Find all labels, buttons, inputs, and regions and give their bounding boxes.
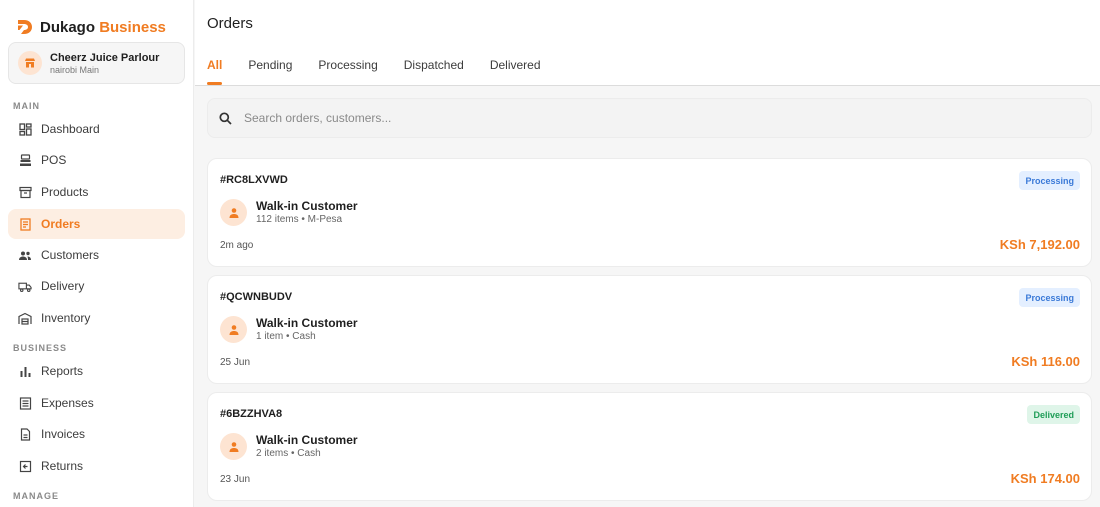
order-card[interactable]: #6BZZHVA8 Delivered Walk-in Customer 2 i… — [207, 392, 1092, 501]
tab-all[interactable]: All — [207, 58, 223, 85]
status-badge: Processing — [1019, 171, 1080, 190]
section-label-business: BUSINESS — [13, 343, 68, 353]
pos-icon — [18, 153, 32, 167]
sidebar-item-label: Inventory — [41, 311, 91, 325]
brand-name: Dukago Business — [40, 18, 166, 36]
sidebar-item-label: Returns — [41, 459, 84, 473]
sidebar-item-orders[interactable]: Orders — [8, 209, 185, 239]
customer-avatar-icon — [220, 433, 247, 460]
reports-icon — [18, 364, 32, 378]
status-badge: Processing — [1019, 288, 1080, 307]
delivery-icon — [18, 279, 32, 293]
sidebar-item-label: Dashboard — [41, 122, 100, 136]
customers-icon — [18, 248, 32, 262]
section-label-manage: MANAGE — [13, 491, 59, 501]
page-title: Orders — [207, 15, 253, 32]
customer-name: Walk-in Customer — [256, 433, 358, 447]
inventory-icon — [18, 311, 32, 325]
store-icon — [18, 51, 42, 75]
order-time: 25 Jun — [220, 357, 251, 368]
order-id: #6BZZHVA8 — [220, 408, 283, 420]
topbar: Orders All Pending Processing Dispatched… — [195, 0, 1100, 86]
sidebar-item-label: Customers — [41, 248, 100, 262]
brand-logo-icon — [18, 20, 32, 34]
sidebar-item-customers[interactable]: Customers — [8, 240, 185, 270]
order-meta: 2 items • Cash — [256, 448, 321, 459]
brand[interactable]: Dukago Business — [16, 17, 166, 37]
customer-avatar-icon — [220, 316, 247, 343]
section-label-main: MAIN — [13, 101, 40, 111]
sidebar-item-reports[interactable]: Reports — [8, 356, 185, 386]
customer-avatar-icon — [220, 199, 247, 226]
tab-delivered[interactable]: Delivered — [490, 58, 541, 85]
orders-icon — [18, 217, 32, 231]
expenses-icon — [18, 396, 32, 410]
customer-name: Walk-in Customer — [256, 316, 358, 330]
order-meta: 1 item • Cash — [256, 331, 316, 342]
order-card[interactable]: #QCWNBUDV Processing Walk-in Customer 1 … — [207, 275, 1092, 384]
returns-icon — [18, 459, 32, 473]
order-amount: KSh 7,192.00 — [999, 237, 1080, 252]
sidebar: Dukago Business Cheerz Juice Parlour nai… — [0, 0, 194, 507]
tab-dispatched[interactable]: Dispatched — [404, 58, 464, 85]
store-branch: nairobi Main — [50, 64, 100, 75]
sidebar-item-label: Orders — [41, 217, 81, 231]
tab-pending[interactable]: Pending — [248, 58, 292, 85]
order-id: #QCWNBUDV — [220, 291, 293, 303]
customer-name: Walk-in Customer — [256, 199, 358, 213]
order-time: 23 Jun — [220, 474, 251, 485]
sidebar-item-products[interactable]: Products — [8, 177, 185, 207]
store-name: Cheerz Juice Parlour — [50, 51, 160, 64]
status-badge: Delivered — [1027, 405, 1080, 424]
tab-processing[interactable]: Processing — [318, 58, 377, 85]
order-amount: KSh 116.00 — [1011, 354, 1080, 369]
sidebar-item-label: Invoices — [41, 427, 86, 441]
search-input[interactable] — [244, 111, 1044, 125]
sidebar-item-delivery[interactable]: Delivery — [8, 271, 185, 301]
sidebar-item-invoices[interactable]: Invoices — [8, 419, 185, 449]
sidebar-item-label: Expenses — [41, 396, 94, 410]
order-id: #RC8LXVWD — [220, 174, 288, 186]
sidebar-item-dashboard[interactable]: Dashboard — [8, 114, 185, 144]
order-meta: 112 items • M-Pesa — [256, 214, 343, 225]
sidebar-item-inventory[interactable]: Inventory — [8, 303, 185, 333]
invoices-icon — [18, 427, 32, 441]
sidebar-item-label: Products — [41, 185, 89, 199]
search-icon — [218, 111, 232, 125]
sidebar-item-expenses[interactable]: Expenses — [8, 388, 185, 418]
order-time: 2m ago — [220, 240, 254, 251]
search-box[interactable] — [207, 98, 1092, 138]
main-content: Orders All Pending Processing Dispatched… — [195, 0, 1100, 507]
products-icon — [18, 185, 32, 199]
order-status-tabs: All Pending Processing Dispatched Delive… — [207, 58, 567, 85]
sidebar-item-label: Delivery — [41, 279, 85, 293]
sidebar-item-label: Reports — [41, 364, 84, 378]
dashboard-icon — [18, 122, 32, 136]
sidebar-item-label: POS — [41, 153, 67, 167]
order-card[interactable]: #RC8LXVWD Processing Walk-in Customer 11… — [207, 158, 1092, 267]
sidebar-item-pos[interactable]: POS — [8, 145, 185, 175]
sidebar-item-returns[interactable]: Returns — [8, 451, 185, 481]
order-amount: KSh 174.00 — [1010, 471, 1080, 486]
store-switcher[interactable]: Cheerz Juice Parlour nairobi Main — [8, 42, 185, 84]
